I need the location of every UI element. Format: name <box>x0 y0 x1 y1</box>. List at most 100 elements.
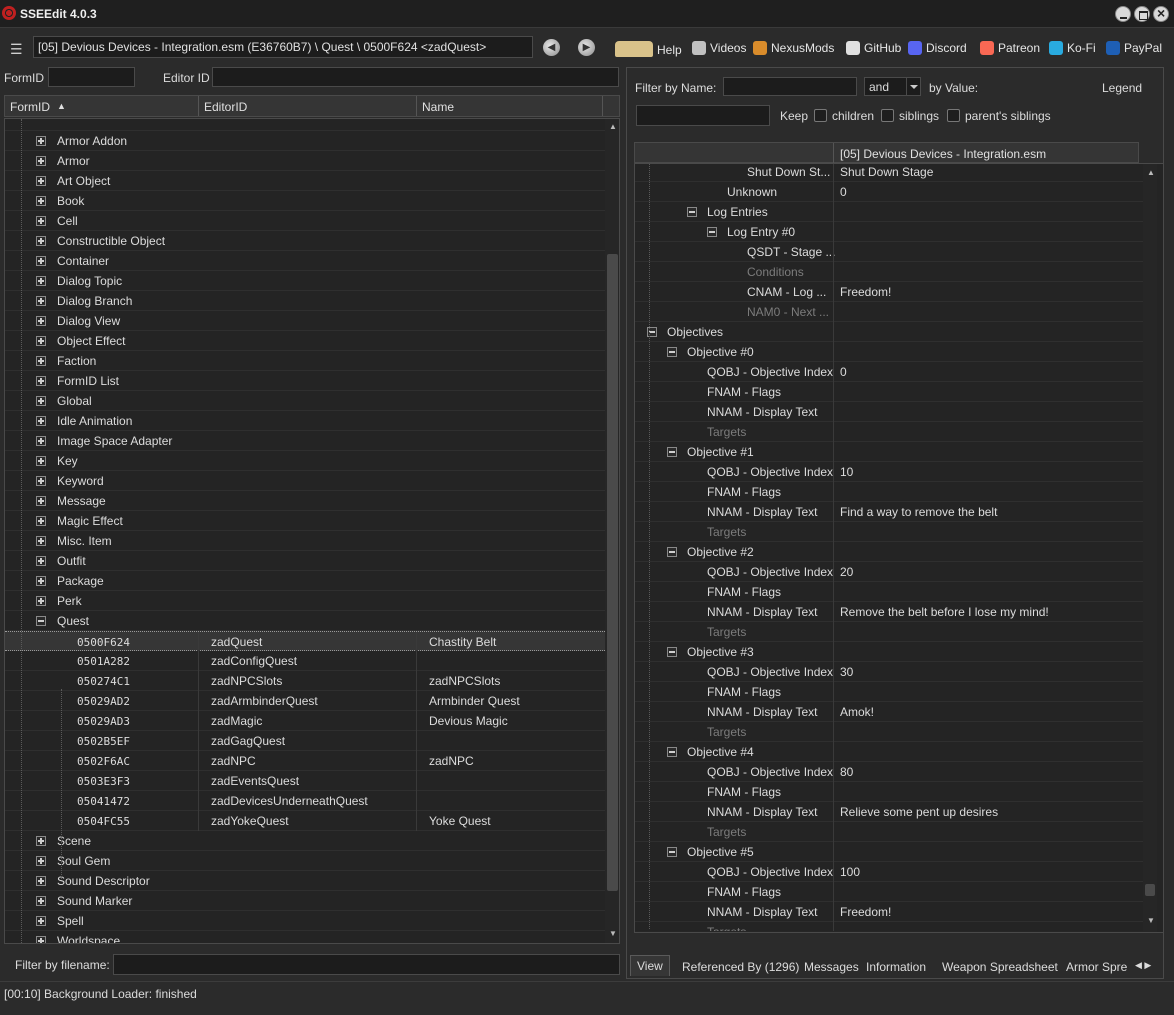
expand-icon[interactable] <box>36 516 46 526</box>
expand-icon[interactable] <box>36 216 46 226</box>
expand-icon[interactable] <box>36 896 46 906</box>
view-row[interactable]: NNAM - Display Text Freedom! <box>635 902 1143 922</box>
expand-icon[interactable] <box>36 876 46 886</box>
view-row[interactable]: NNAM - Display Text <box>635 402 1143 422</box>
view-row[interactable]: Log Entries <box>635 202 1143 222</box>
tree-group-row[interactable]: Armor Addon <box>5 131 605 151</box>
keep-siblings-checkbox[interactable] <box>881 109 894 122</box>
tabs-scroll-arrows[interactable]: ◀ ▶ <box>1135 960 1151 971</box>
collapse-icon[interactable] <box>667 347 677 357</box>
close-button[interactable] <box>1153 5 1169 22</box>
view-row[interactable]: Conditions <box>635 262 1143 282</box>
collapse-icon[interactable] <box>667 547 677 557</box>
record-view-tree[interactable]: Shut Down St... Shut Down Stage Unknown 0 Lo… <box>634 163 1164 933</box>
toolbar-link-discord[interactable]: Discord <box>908 41 967 57</box>
view-row[interactable]: Objective #3 <box>635 642 1143 662</box>
expand-icon[interactable] <box>36 596 46 606</box>
column-editorid[interactable]: EditorID <box>204 100 247 114</box>
tree-group-row[interactable]: FormID List <box>5 371 605 391</box>
view-row[interactable]: Objective #1 <box>635 442 1143 462</box>
filter-value-input[interactable] <box>636 105 770 126</box>
tree-group-row[interactable]: Container <box>5 251 605 271</box>
collapse-icon[interactable] <box>667 747 677 757</box>
expand-icon[interactable] <box>36 936 46 943</box>
view-row[interactable]: QOBJ - Objective Index 30 <box>635 662 1143 682</box>
table-row[interactable]: 0503E3F3 zadEventsQuest <box>5 771 605 791</box>
tree-scrollbar[interactable]: ▲ ▼ <box>605 119 619 943</box>
tree-group-row[interactable]: Soul Gem <box>5 851 605 871</box>
filter-operator-select[interactable]: and <box>864 77 921 96</box>
view-row[interactable]: QOBJ - Objective Index 80 <box>635 762 1143 782</box>
view-row[interactable]: FNAM - Flags <box>635 582 1143 602</box>
back-button[interactable]: ◀ <box>543 39 560 56</box>
view-row[interactable]: Objective #5 <box>635 842 1143 862</box>
tab-armor-spre[interactable]: Armor Spre <box>1066 960 1127 974</box>
tree-group-row[interactable]: Object Effect <box>5 331 605 351</box>
view-row[interactable]: Targets <box>635 422 1143 442</box>
table-row[interactable]: 050274C1 zadNPCSlots zadNPCSlots <box>5 671 605 691</box>
expand-icon[interactable] <box>36 256 46 266</box>
toolbar-link-github[interactable]: GitHub <box>846 41 901 57</box>
table-row[interactable]: 05029AD3 zadMagic Devious Magic <box>5 711 605 731</box>
tab-information[interactable]: Information <box>866 960 926 974</box>
view-row[interactable]: QSDT - Stage ... <box>635 242 1143 262</box>
view-row[interactable]: CNAM - Log ... Freedom! <box>635 282 1143 302</box>
view-scrollbar[interactable]: ▲ ▼ <box>1143 164 1157 931</box>
expand-icon[interactable] <box>36 156 46 166</box>
tab-view[interactable]: View <box>630 955 670 976</box>
tree-group-row[interactable]: Misc. Item <box>5 531 605 551</box>
expand-icon[interactable] <box>36 236 46 246</box>
tree-group-row[interactable]: Armor <box>5 151 605 171</box>
expand-icon[interactable] <box>36 556 46 566</box>
expand-icon[interactable] <box>36 176 46 186</box>
tab-messages[interactable]: Messages <box>804 960 859 974</box>
view-hscrollbar[interactable]: ◀ ▶ <box>635 931 1157 932</box>
view-row[interactable]: Objectives <box>635 322 1143 342</box>
expand-icon[interactable] <box>36 836 46 846</box>
collapse-icon[interactable] <box>667 647 677 657</box>
table-row[interactable]: 0504FC55 zadYokeQuest Yoke Quest <box>5 811 605 831</box>
tree-group-row[interactable]: Image Space Adapter <box>5 431 605 451</box>
expand-icon[interactable] <box>36 336 46 346</box>
expand-icon[interactable] <box>36 296 46 306</box>
tree-group-row[interactable]: Magic Effect <box>5 511 605 531</box>
view-row[interactable]: Shut Down St... Shut Down Stage <box>635 164 1143 182</box>
tree-group-row[interactable]: Package <box>5 571 605 591</box>
toolbar-link-paypal[interactable]: PayPal <box>1106 41 1162 57</box>
view-scroll-thumb[interactable] <box>1145 884 1155 896</box>
plugin-column-header[interactable]: [05] Devious Devices - Integration.esm <box>840 147 1046 161</box>
view-row[interactable]: QOBJ - Objective Index 20 <box>635 562 1143 582</box>
view-row[interactable]: NNAM - Display Text Amok! <box>635 702 1143 722</box>
expand-icon[interactable] <box>36 416 46 426</box>
maximize-button[interactable] <box>1134 6 1150 22</box>
tree-scroll-thumb[interactable] <box>607 254 618 891</box>
keep-children-checkbox[interactable] <box>814 109 827 122</box>
expand-icon[interactable] <box>36 136 46 146</box>
expand-icon[interactable] <box>36 396 46 406</box>
tree-group-row[interactable]: Art Object <box>5 171 605 191</box>
table-row[interactable]: 05029AD2 zadArmbinderQuest Armbinder Quest <box>5 691 605 711</box>
collapse-icon[interactable] <box>36 616 46 626</box>
expand-icon[interactable] <box>36 376 46 386</box>
legend-link[interactable]: Legend <box>1102 81 1142 95</box>
expand-icon[interactable] <box>36 536 46 546</box>
view-row[interactable]: NNAM - Display Text Find a way to remove … <box>635 502 1143 522</box>
expand-icon[interactable] <box>36 276 46 286</box>
table-row[interactable]: 0502B5EF zadGagQuest <box>5 731 605 751</box>
menu-icon[interactable]: ☰ <box>10 41 23 58</box>
table-row[interactable]: 0500F624 zadQuest Chastity Belt <box>5 631 605 652</box>
view-row[interactable]: NAM0 - Next ... <box>635 302 1143 322</box>
expand-icon[interactable] <box>36 196 46 206</box>
view-row[interactable]: FNAM - Flags <box>635 482 1143 502</box>
view-row[interactable]: Targets <box>635 622 1143 642</box>
expand-icon[interactable] <box>36 576 46 586</box>
view-row[interactable]: QOBJ - Objective Index 100 <box>635 862 1143 882</box>
expand-icon[interactable] <box>36 356 46 366</box>
toolbar-link-videos[interactable]: Videos <box>692 41 746 57</box>
expand-icon[interactable] <box>36 916 46 926</box>
tree-group-row[interactable]: Outfit <box>5 551 605 571</box>
minimize-button[interactable] <box>1115 6 1131 22</box>
expand-icon[interactable] <box>36 316 46 326</box>
tree-group-row[interactable]: Faction <box>5 351 605 371</box>
tree-group-row[interactable]: Perk <box>5 591 605 611</box>
